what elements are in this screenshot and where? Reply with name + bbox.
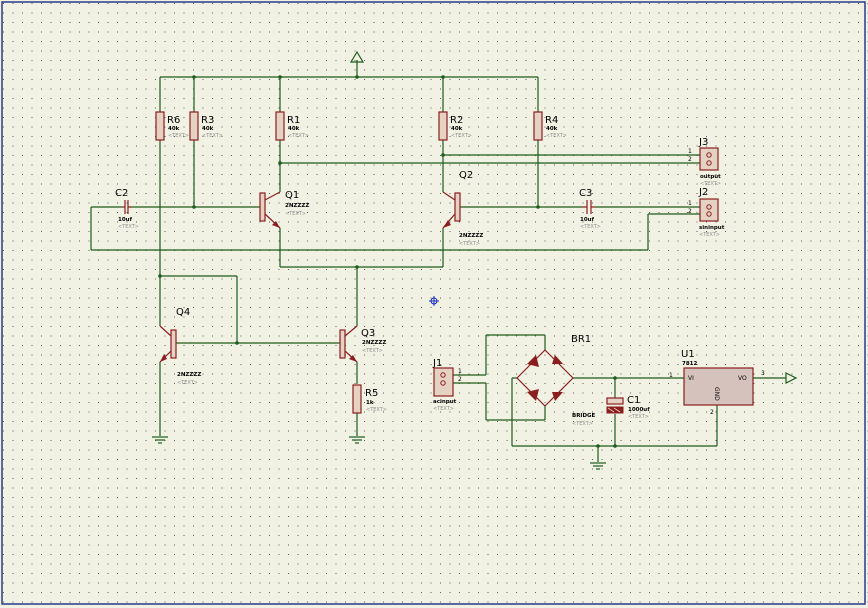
- component-ref: R5: [365, 388, 378, 399]
- component-value: 7812: [682, 361, 697, 367]
- component-value: 2NZZZZ: [177, 372, 201, 378]
- component-value: 40k: [168, 126, 180, 132]
- component-ref: C2: [115, 188, 128, 199]
- schematic-sheet[interactable]: R6 40k <TEXT> R3 40k <TEXT> R1 40k <TEXT…: [0, 0, 868, 608]
- component-value: 40k: [202, 126, 214, 132]
- component-value: acinput: [433, 399, 457, 405]
- component-text: <TEXT>: [285, 211, 306, 217]
- pin-label: VI: [688, 375, 694, 382]
- component-value: BRIDGE: [572, 413, 596, 419]
- component-ref: BR1: [571, 334, 591, 345]
- component-ref: J1: [432, 358, 442, 369]
- component-text: <TEXT>: [177, 380, 198, 386]
- component-value: 40k: [288, 126, 300, 132]
- pin-number: 1: [458, 368, 462, 375]
- pin-number: 2: [688, 156, 692, 163]
- component-value: output: [700, 174, 721, 180]
- component-ref: R4: [545, 115, 558, 126]
- component-value: 2NZZZZ: [362, 340, 386, 346]
- component-value: 2NZZZZ: [459, 233, 483, 239]
- pin-number: 3: [761, 370, 765, 377]
- component-value: 10uf: [580, 217, 595, 223]
- component-text: <TEXT>: [202, 133, 223, 139]
- component-text: <TEXT>: [168, 133, 189, 139]
- component-ref: U1: [681, 349, 695, 360]
- component-ref: R2: [450, 115, 463, 126]
- component-text: <TEXT>: [451, 133, 472, 139]
- component-ref: R6: [167, 115, 180, 126]
- pin-number: 2: [710, 409, 714, 416]
- component-text: <TEXT>: [433, 406, 454, 412]
- component-ref: Q4: [176, 307, 190, 318]
- component-text: <TEXT>: [366, 407, 387, 413]
- pin-number: 1: [669, 372, 673, 379]
- component-ref: R3: [201, 115, 214, 126]
- component-text: <TEXT>: [699, 232, 720, 238]
- component-text: <TEXT>: [572, 421, 593, 427]
- component-text: <TEXT>: [459, 241, 480, 247]
- component-value: 2NZZZZ: [285, 203, 309, 209]
- pin-label: GND: [713, 387, 720, 401]
- pin-number: 2: [458, 376, 462, 383]
- pin-number: 1: [688, 148, 692, 155]
- component-ref: R1: [287, 115, 300, 126]
- component-ref: Q2: [459, 170, 473, 181]
- component-ref: Q3: [361, 328, 375, 339]
- component-text: <TEXT>: [546, 133, 567, 139]
- component-text: <TEXT>: [362, 348, 383, 354]
- component-text: <TEXT>: [118, 224, 139, 230]
- component-value: 40k: [451, 126, 463, 132]
- component-ref: C1: [627, 395, 640, 406]
- component-value: 10uf: [118, 217, 133, 223]
- pin-number: 1: [688, 200, 692, 207]
- pin-label: VO: [738, 375, 747, 382]
- component-value: 1000uf: [628, 407, 650, 413]
- component-text: <TEXT>: [580, 224, 601, 230]
- component-ref: C3: [579, 188, 592, 199]
- component-ref: J2: [698, 187, 708, 198]
- pin-number: 2: [688, 208, 692, 215]
- component-text: <TEXT>: [628, 414, 649, 420]
- component-value: 40k: [546, 126, 558, 132]
- component-text: <TEXT>: [288, 133, 309, 139]
- component-ref: Q1: [285, 190, 299, 201]
- component-value: sininput: [699, 225, 725, 231]
- component-ref: J3: [698, 137, 708, 148]
- component-value: 1k: [366, 400, 374, 406]
